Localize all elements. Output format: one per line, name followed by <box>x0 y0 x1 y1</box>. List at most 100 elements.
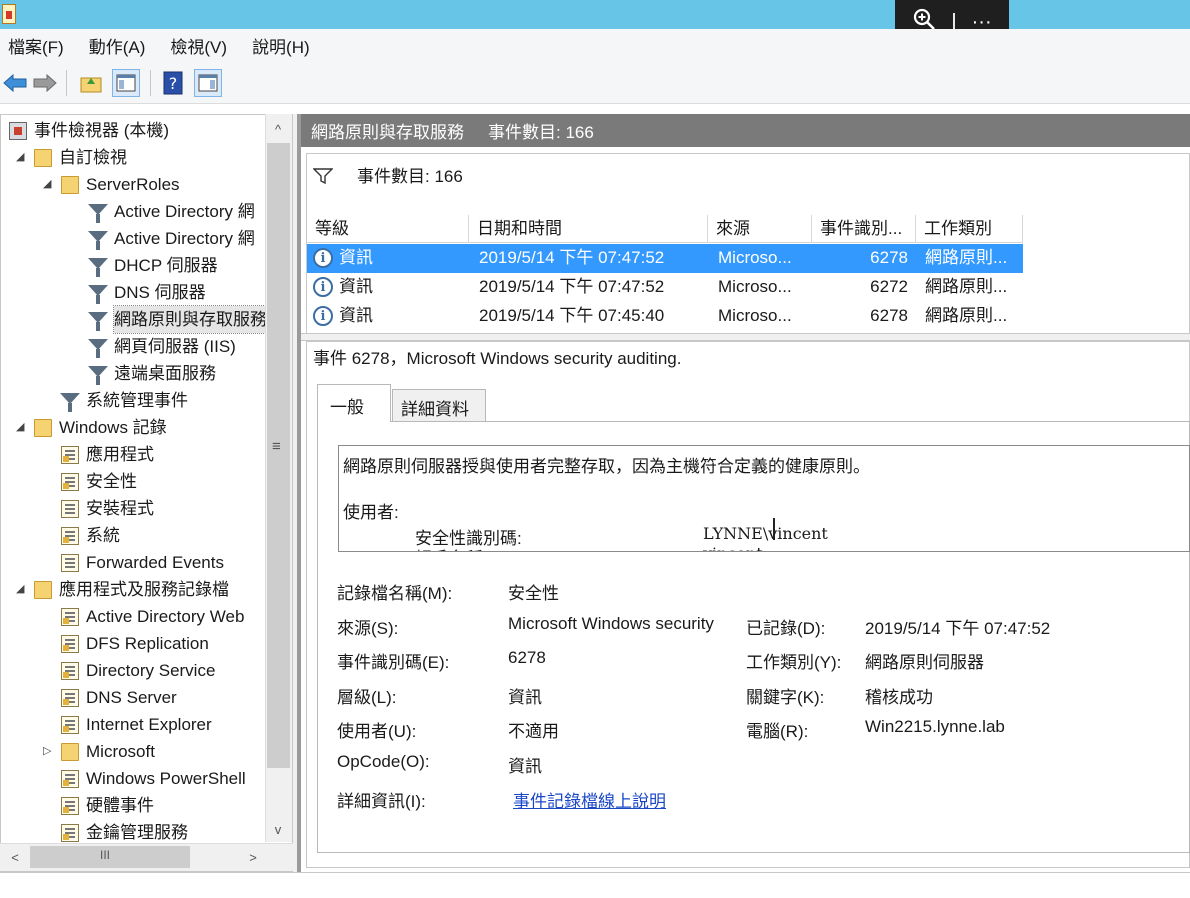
collapse-arrow-icon[interactable]: ◢ <box>16 576 30 603</box>
menu-action[interactable]: 動作(A) <box>89 33 146 58</box>
help-button[interactable]: ? <box>158 68 188 98</box>
source-value: Microsoft Windows security <box>508 614 714 633</box>
tree-item[interactable]: DHCP 伺服器 <box>1 252 291 279</box>
filter-icon <box>88 366 108 385</box>
tree-item[interactable]: DNS 伺服器 <box>1 279 291 306</box>
tree-item[interactable]: Active Directory Web <box>1 603 291 630</box>
column-header[interactable]: 日期和時間 <box>469 215 708 243</box>
scroll-down-button[interactable]: v <box>266 817 290 841</box>
tree-item[interactable]: Internet Explorer <box>1 711 291 738</box>
scroll-up-button[interactable]: ^ <box>266 117 290 141</box>
tree-item[interactable]: Forwarded Events <box>1 549 291 576</box>
forward-button[interactable] <box>30 68 60 98</box>
event-id: 6278 <box>870 248 908 267</box>
tree-item-label: Active Directory 網 <box>114 202 255 221</box>
event-level: 資訊 <box>339 306 373 325</box>
event-row[interactable]: i 資訊 2019/5/14 下午 07:47:52 Microso... 6278 網路… <box>307 244 1023 273</box>
log-icon <box>61 716 79 734</box>
tree-item[interactable]: Directory Service <box>1 657 291 684</box>
event-id: 6272 <box>870 277 908 296</box>
level-value: 資訊 <box>508 688 542 707</box>
tree-item[interactable]: Active Directory 網 <box>1 225 291 252</box>
tree-item[interactable]: ◢ 自訂檢視 <box>1 144 291 171</box>
show-hide-tree-button[interactable] <box>111 68 141 98</box>
tree-item[interactable]: 應用程式 <box>1 441 291 468</box>
tree-item-label: Active Directory Web <box>86 607 245 626</box>
tree-item-label: 系統管理事件 <box>86 391 188 410</box>
folder-icon <box>34 419 52 437</box>
tree-item[interactable]: 安裝程式 <box>1 495 291 522</box>
back-button[interactable] <box>0 68 30 98</box>
tree-item[interactable]: ◢ Windows 記錄 <box>1 414 291 441</box>
collapse-arrow-icon[interactable]: ◢ <box>43 171 57 198</box>
tree-item[interactable]: 系統 <box>1 522 291 549</box>
console-tree-icon <box>116 74 136 92</box>
event-datetime: 2019/5/14 下午 07:47:52 <box>479 277 665 296</box>
tree-item[interactable]: 系統管理事件 <box>1 387 291 414</box>
log-icon <box>61 473 79 491</box>
event-row[interactable]: i 資訊 2019/5/14 下午 07:47:52 Microso... 6272 網路… <box>307 273 1023 302</box>
folder-icon <box>34 581 52 599</box>
column-header[interactable]: 等級 <box>307 215 469 243</box>
tree-item-label: 自訂檢視 <box>59 148 127 167</box>
keywords-label: 關鍵字(K): <box>746 688 825 707</box>
event-category: 網路原則... <box>925 248 1008 267</box>
collapse-arrow-icon[interactable]: ◢ <box>16 144 30 171</box>
tree-item-label: Microsoft <box>86 742 155 761</box>
tree-scroll-thumb[interactable]: ≡ <box>267 143 290 768</box>
tree-item-label: 系統 <box>86 526 120 545</box>
folder-icon <box>34 149 52 167</box>
menu-help[interactable]: 說明(H) <box>252 33 310 58</box>
tree-item[interactable]: 安全性 <box>1 468 291 495</box>
description-user-heading: 使用者: <box>343 503 399 522</box>
scroll-right-button[interactable]: > <box>241 845 265 869</box>
tree-item[interactable]: 硬體事件 <box>1 792 291 819</box>
folder-up-icon <box>80 77 102 93</box>
event-id-value: 6278 <box>508 648 546 667</box>
horizontal-splitter[interactable] <box>301 333 1190 341</box>
up-folder-button[interactable] <box>76 68 106 98</box>
menu-file[interactable]: 檔案(F) <box>8 33 64 58</box>
event-datetime: 2019/5/14 下午 07:45:40 <box>479 306 665 325</box>
log-icon <box>61 797 79 815</box>
tree-item-label: Internet Explorer <box>86 715 212 734</box>
tree-item[interactable]: 網頁伺服器 (IIS) <box>1 333 291 360</box>
tree-item[interactable]: ▷ Microsoft <box>1 738 291 765</box>
scroll-left-button[interactable]: < <box>3 845 27 869</box>
tree-item[interactable]: 金鑰管理服務 <box>1 819 291 846</box>
show-hide-action-pane-button[interactable] <box>193 68 223 98</box>
tree-hscroll-thumb[interactable]: III <box>30 846 190 868</box>
event-row[interactable]: i 資訊 2019/5/14 下午 07:45:40 Microso... 6278 網路… <box>307 302 1023 331</box>
log-title: 網路原則與存取服務 <box>311 123 464 142</box>
hscroll-grip-icon: III <box>100 848 111 862</box>
tree-item[interactable]: Windows PowerShell <box>1 765 291 792</box>
console-tree: 事件檢視器 (本機) ◢ 自訂檢視 ◢ ServerRoles Active Direct… <box>0 114 293 872</box>
tree-item[interactable]: 網路原則與存取服務 <box>1 305 291 334</box>
tree-item[interactable]: Active Directory 網 <box>1 198 291 225</box>
filter-icon <box>88 204 108 223</box>
column-header[interactable]: 工作類別 <box>916 215 1023 243</box>
column-header[interactable]: 來源 <box>708 215 812 243</box>
menu-view[interactable]: 檢視(V) <box>170 33 227 58</box>
filter-icon <box>88 312 108 331</box>
tree-item[interactable]: 事件檢視器 (本機) <box>1 117 291 144</box>
column-header[interactable]: 事件識別... <box>812 215 916 243</box>
tree-item[interactable]: ◢ 應用程式及服務記錄檔 <box>1 576 291 603</box>
tree-item[interactable]: 遠端桌面服務 <box>1 360 291 387</box>
collapse-arrow-icon[interactable]: ◢ <box>16 414 30 441</box>
event-category: 網路原則... <box>925 306 1008 325</box>
level-label: 層級(L): <box>337 688 397 707</box>
expand-arrow-icon[interactable]: ▷ <box>43 738 57 765</box>
user-label: 使用者(U): <box>337 722 417 741</box>
tab-general[interactable]: 一般 <box>317 384 391 422</box>
tree-item[interactable]: DNS Server <box>1 684 291 711</box>
title-bar <box>0 0 1190 29</box>
online-help-link[interactable]: 事件記錄檔線上說明 <box>513 787 666 812</box>
tree-item[interactable]: DFS Replication <box>1 630 291 657</box>
keywords-value: 稽核成功 <box>865 688 933 707</box>
event-description[interactable]: 網路原則伺服器授與使用者完整存取，因為主機符合定義的健康原則。 使用者: 安全性… <box>338 445 1190 552</box>
tree-item[interactable]: ◢ ServerRoles <box>1 171 291 198</box>
tab-details[interactable]: 詳細資料 <box>392 389 486 421</box>
filter-icon <box>88 231 108 250</box>
log-name-label: 記錄檔名稱(M): <box>337 584 453 603</box>
